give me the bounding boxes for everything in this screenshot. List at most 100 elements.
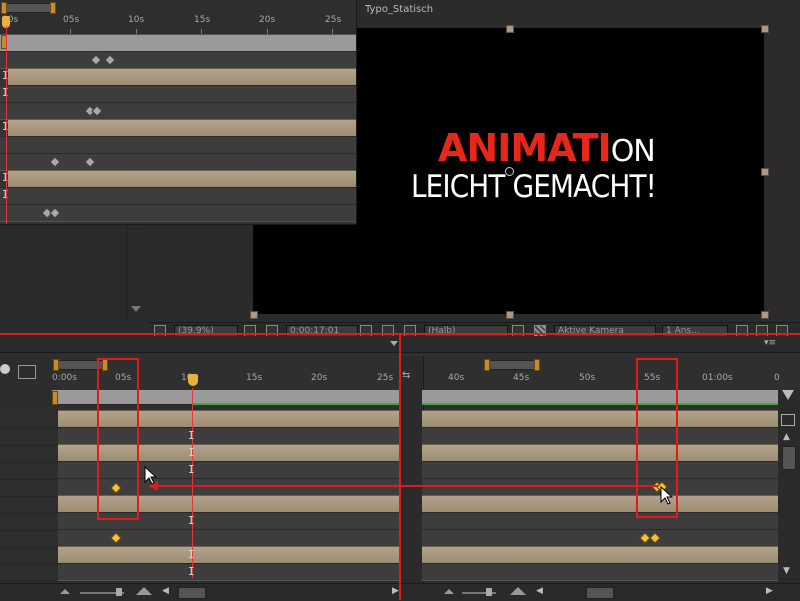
- zoom-slider-thumb[interactable]: [486, 588, 492, 596]
- comp-marker-icon[interactable]: [782, 390, 794, 400]
- layer-switches-column: [0, 353, 58, 600]
- layer-bar[interactable]: [422, 444, 778, 462]
- popup-work-area-bar[interactable]: [2, 3, 56, 13]
- track[interactable]: [422, 461, 778, 479]
- green-render-bar: [422, 403, 778, 405]
- popup-tick-label: 15s: [194, 15, 211, 25]
- popup-work-area-start[interactable]: [1, 2, 7, 14]
- layer-bar[interactable]: [58, 546, 400, 564]
- track[interactable]: [58, 529, 400, 547]
- track[interactable]: [422, 512, 778, 530]
- scroll-left-arrow-icon[interactable]: ◀: [162, 586, 169, 596]
- zoom-in-icon[interactable]: [510, 587, 526, 595]
- scroll-up-arrow-icon[interactable]: ▲: [783, 432, 790, 442]
- tick-label: 0: [774, 373, 780, 383]
- in-marker[interactable]: [52, 391, 58, 405]
- layer-in-point-icon[interactable]: I: [188, 565, 195, 578]
- bbox-handle-bottom-mid[interactable]: [506, 311, 514, 319]
- timeline-scrollbar-thumb[interactable]: [178, 587, 206, 599]
- popup-track[interactable]: [0, 136, 356, 154]
- layer-in-point-icon[interactable]: I: [188, 429, 195, 442]
- popup-track[interactable]: [0, 102, 356, 120]
- tick-label: 40s: [448, 373, 465, 383]
- layer-in-point-icon[interactable]: I: [188, 446, 195, 459]
- bbox-handle-bottom-left[interactable]: [250, 311, 258, 319]
- right-timeline-footer: ◀ ▶: [400, 583, 800, 601]
- viewer-tab-title[interactable]: Typo_Statisch: [365, 4, 433, 15]
- layer-bar[interactable]: [422, 546, 778, 564]
- popup-layer-bar[interactable]: [8, 170, 356, 188]
- work-area-start[interactable]: [53, 359, 59, 371]
- zoom-slider-thumb[interactable]: [116, 588, 122, 596]
- bbox-handle-bottom-right[interactable]: [761, 311, 769, 319]
- tick-label: 45s: [513, 373, 530, 383]
- bbox-handle-top-mid[interactable]: [506, 25, 514, 33]
- mouse-pointer-icon: [144, 466, 158, 485]
- graph-editor-icon[interactable]: [18, 365, 36, 379]
- comp-text-line2[interactable]: LEICHT GEMACHT!: [411, 170, 657, 204]
- scroll-right-arrow-icon[interactable]: ▶: [392, 586, 399, 596]
- panel-options-icon[interactable]: ▾≡: [764, 338, 776, 348]
- zoom-out-icon[interactable]: [444, 589, 454, 594]
- popup-layer-bar[interactable]: [8, 119, 356, 137]
- comp-text-line1[interactable]: ANIMATION: [438, 126, 656, 172]
- popup-tick-label: 05s: [63, 15, 80, 25]
- zoom-out-icon[interactable]: [60, 589, 70, 594]
- graph-toggle-icon[interactable]: [781, 414, 795, 426]
- keyframe-timeline-popup: 00s 05s 10s 15s 20s 25s I I I I I: [0, 0, 357, 225]
- popup-track[interactable]: [0, 85, 356, 103]
- scroll-left-arrow-icon[interactable]: ◀: [536, 586, 543, 596]
- panel-divider[interactable]: [400, 356, 424, 600]
- popup-tick-label: 10s: [128, 15, 145, 25]
- popup-ruler[interactable]: 00s 05s 10s 15s 20s 25s: [0, 0, 356, 34]
- split-marker-icon[interactable]: ⇆: [402, 370, 410, 381]
- layer-bar[interactable]: [422, 410, 778, 428]
- zoom-in-icon[interactable]: [136, 587, 152, 595]
- comp-text-white: ON: [610, 134, 656, 169]
- layer-in-point-icon[interactable]: I: [188, 548, 195, 561]
- scroll-down-arrow-icon[interactable]: [131, 306, 141, 312]
- panel-menu-icon[interactable]: [390, 341, 398, 346]
- playhead-marker[interactable]: [188, 374, 198, 386]
- track[interactable]: [422, 478, 778, 496]
- popup-layer-bar[interactable]: [8, 68, 356, 86]
- eye-icon[interactable]: [0, 364, 10, 374]
- tick-label: 50s: [579, 373, 596, 383]
- green-render-bar: [192, 403, 400, 405]
- timeline-scrollbar-thumb[interactable]: [586, 587, 614, 599]
- popup-track[interactable]: [0, 51, 356, 69]
- anchor-point-icon[interactable]: [505, 167, 514, 176]
- annotation-box-left: [97, 358, 139, 520]
- vertical-scroll-thumb[interactable]: [782, 446, 796, 470]
- scroll-right-arrow-icon[interactable]: ▶: [766, 586, 773, 596]
- mouse-pointer-icon: [660, 486, 674, 505]
- tick-label: 20s: [311, 373, 328, 383]
- left-timeline-footer: ◀ ▶: [0, 583, 400, 601]
- popup-tick-label: 25s: [325, 15, 342, 25]
- bbox-handle-top-right[interactable]: [761, 25, 769, 33]
- layer-bar[interactable]: [422, 495, 778, 513]
- layer-in-point-icon[interactable]: I: [188, 514, 195, 527]
- scroll-down-arrow-icon[interactable]: ▼: [783, 566, 790, 576]
- tick-label: 15s: [246, 373, 263, 383]
- track[interactable]: [422, 529, 778, 547]
- work-area-start[interactable]: [484, 359, 490, 371]
- popup-work-area-strip[interactable]: [0, 34, 356, 52]
- annotation-vertical-line: [399, 333, 401, 600]
- layer-in-point-icon[interactable]: I: [188, 463, 195, 476]
- tick-label: 01:00s: [702, 373, 733, 383]
- popup-current-time-line: [6, 26, 7, 224]
- tick-label: 0:00s: [52, 373, 77, 383]
- right-vertical-scrollbar[interactable]: ▲ ▼: [778, 390, 800, 583]
- bbox-handle-mid-right[interactable]: [761, 168, 769, 176]
- annotation-arrow-line: [152, 485, 658, 487]
- work-area-end[interactable]: [534, 359, 540, 371]
- work-area-bar[interactable]: [488, 360, 540, 370]
- track[interactable]: [58, 563, 400, 581]
- track[interactable]: [422, 427, 778, 445]
- popup-track[interactable]: [0, 187, 356, 205]
- popup-work-area-end[interactable]: [50, 2, 56, 14]
- track[interactable]: [422, 563, 778, 581]
- popup-tick-label: 20s: [259, 15, 276, 25]
- comp-text-red: ANIMATI: [438, 126, 612, 170]
